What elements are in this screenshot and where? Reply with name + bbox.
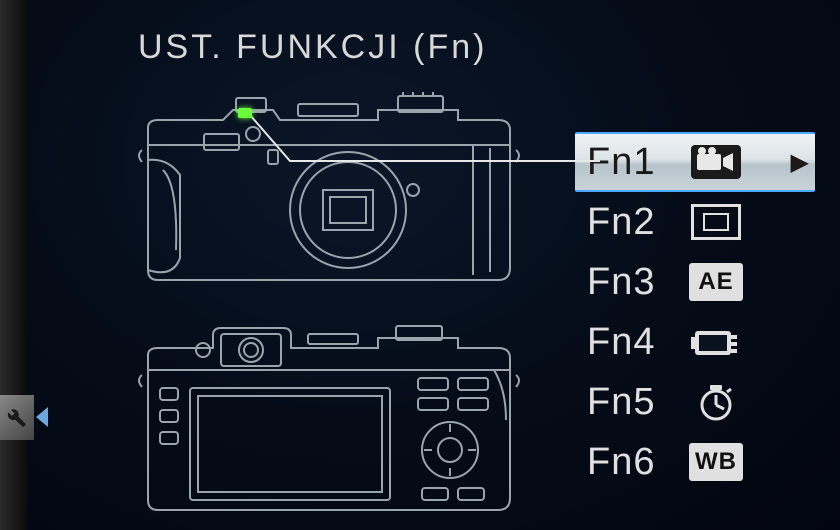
chevron-right-icon: ▶ bbox=[791, 148, 809, 177]
camera-back-diagram bbox=[118, 320, 538, 515]
tab-indicator-arrow bbox=[36, 407, 48, 427]
fn-item-fn1[interactable]: Fn1 ▶ bbox=[575, 132, 815, 192]
fn-label: Fn2 bbox=[587, 201, 673, 244]
fn-button-highlight bbox=[238, 108, 252, 118]
ae-lock-icon: AE bbox=[687, 261, 745, 303]
self-timer-icon bbox=[687, 381, 745, 423]
fn-item-fn6[interactable]: Fn6 WB bbox=[575, 432, 815, 492]
fn-label: Fn1 bbox=[587, 141, 673, 184]
fn-label: Fn3 bbox=[587, 261, 673, 304]
fn-label: Fn4 bbox=[587, 321, 673, 364]
film-simulation-icon bbox=[687, 321, 745, 363]
menu-side-bar bbox=[0, 0, 28, 530]
page-title: UST. FUNKCJI (Fn) bbox=[138, 28, 487, 67]
white-balance-icon: WB bbox=[687, 441, 745, 483]
movie-icon bbox=[687, 141, 745, 183]
fn-item-fn3[interactable]: Fn3 AE bbox=[575, 252, 815, 312]
camera-front-diagram bbox=[118, 90, 538, 285]
fn-item-fn5[interactable]: Fn5 bbox=[575, 372, 815, 432]
fn-button-list: Fn1 ▶ Fn2 Fn3 AE bbox=[575, 132, 815, 492]
fn-label: Fn6 bbox=[587, 441, 673, 484]
setup-tab[interactable] bbox=[0, 395, 34, 440]
fn-item-fn4[interactable]: Fn4 bbox=[575, 312, 815, 372]
wrench-icon bbox=[6, 407, 28, 429]
fn-item-fn2[interactable]: Fn2 bbox=[575, 192, 815, 252]
fn-label: Fn5 bbox=[587, 381, 673, 424]
multi-focus-icon bbox=[687, 201, 745, 243]
menu-screen: UST. FUNKCJI (Fn) bbox=[28, 0, 840, 530]
